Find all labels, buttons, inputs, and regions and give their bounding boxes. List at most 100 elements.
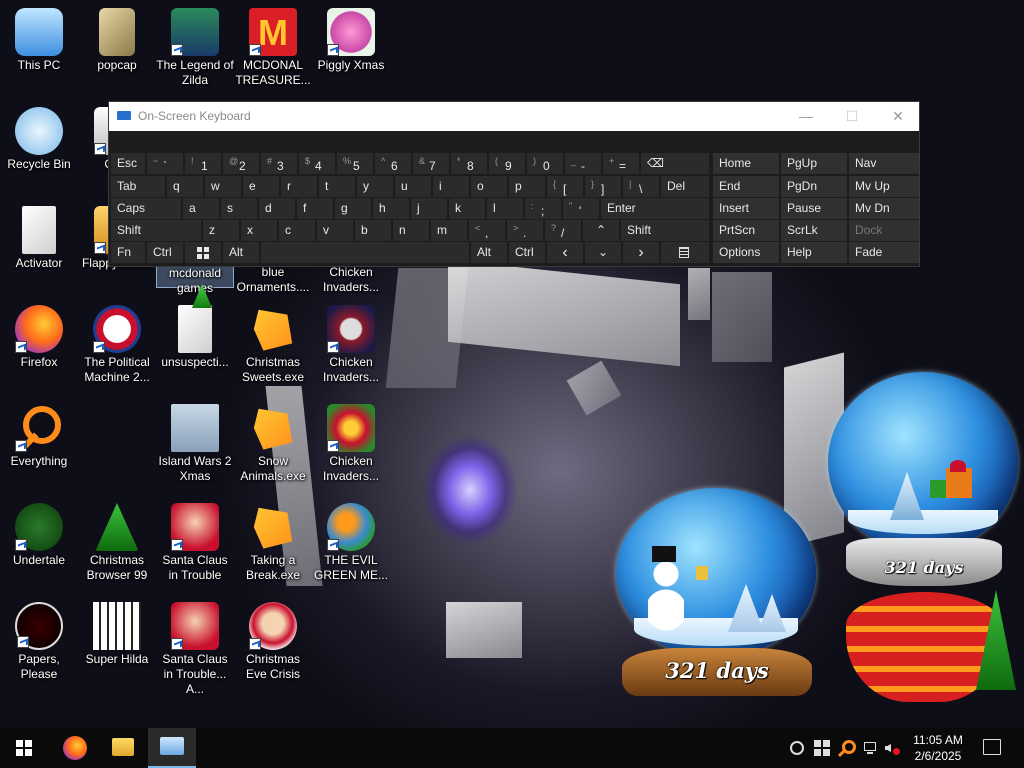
- key-n[interactable]: n: [393, 220, 429, 241]
- snow-globe-small[interactable]: 321 days: [612, 488, 818, 698]
- key-1[interactable]: ! 1: [185, 153, 221, 174]
- key-options[interactable]: Options: [713, 242, 779, 263]
- key-equals[interactable]: + =: [603, 153, 639, 174]
- key-c[interactable]: c: [279, 220, 315, 241]
- unsuspecting-icon[interactable]: unsuspecti...: [156, 301, 234, 393]
- taskbar-firefox[interactable]: [50, 728, 98, 768]
- key-minus[interactable]: _ -: [565, 153, 601, 174]
- key-alt-left[interactable]: Alt: [223, 242, 259, 263]
- key-e[interactable]: e: [243, 176, 279, 197]
- key-lbracket[interactable]: {[: [547, 176, 583, 197]
- christmas-sweets-icon[interactable]: Christmas Sweets.exe: [234, 301, 312, 393]
- piggly-xmas-icon[interactable]: Piggly Xmas: [312, 4, 390, 96]
- key-windows[interactable]: [185, 242, 221, 263]
- key-k[interactable]: k: [449, 198, 485, 219]
- key-q[interactable]: q: [167, 176, 203, 197]
- key-move-up[interactable]: Mv Up: [849, 176, 919, 197]
- key-ctrl-right[interactable]: Ctrl: [509, 242, 545, 263]
- notifications-icon[interactable]: [983, 739, 1001, 755]
- start-button[interactable]: [0, 728, 48, 768]
- key-r[interactable]: r: [281, 176, 317, 197]
- key-a[interactable]: a: [183, 198, 219, 219]
- key-scrlk[interactable]: ScrLk: [781, 220, 847, 241]
- key-0[interactable]: ) 0: [527, 153, 563, 174]
- key-enter[interactable]: Enter: [601, 198, 709, 219]
- network-icon[interactable]: [862, 740, 878, 756]
- key-alt-right[interactable]: Alt: [471, 242, 507, 263]
- key-rbracket[interactable]: }]: [585, 176, 621, 197]
- key-nav[interactable]: Nav: [849, 153, 919, 174]
- key-pause[interactable]: Pause: [781, 198, 847, 219]
- key-t[interactable]: t: [319, 176, 355, 197]
- key-4[interactable]: $4: [299, 153, 335, 174]
- key-del[interactable]: Del: [661, 176, 709, 197]
- key-3[interactable]: #3: [261, 153, 297, 174]
- evil-green-icon[interactable]: THE EVIL GREEN ME...: [312, 499, 390, 591]
- activator-icon[interactable]: Activator: [0, 202, 78, 294]
- key-b[interactable]: b: [355, 220, 391, 241]
- key-shift-right[interactable]: Shift: [621, 220, 709, 241]
- taskbar-on-screen-keyboard[interactable]: [148, 728, 196, 768]
- key-6[interactable]: ^ 6: [375, 153, 411, 174]
- santa-trouble-icon[interactable]: Santa Claus in Trouble: [156, 499, 234, 591]
- key-f[interactable]: f: [297, 198, 333, 219]
- key-l[interactable]: l: [487, 198, 523, 219]
- key-arrow-down[interactable]: ⌄: [585, 242, 621, 263]
- maximize-button[interactable]: ☐: [829, 102, 875, 131]
- super-hilda-icon[interactable]: Super Hilda: [78, 598, 156, 690]
- key-comma[interactable]: <,: [469, 220, 505, 241]
- key-fn[interactable]: Fn: [111, 242, 145, 263]
- key-ctrl-left[interactable]: Ctrl: [147, 242, 183, 263]
- on-screen-keyboard-window[interactable]: On-Screen Keyboard — ☐ ✕ Esc ~ ` ! 1 @2 #3…: [108, 101, 920, 267]
- island-wars-icon[interactable]: Island Wars 2 Xmas: [156, 400, 234, 492]
- key-2[interactable]: @2: [223, 153, 259, 174]
- political-machine-icon[interactable]: The Political Machine 2...: [78, 301, 156, 393]
- key-x[interactable]: x: [241, 220, 277, 241]
- key-menu[interactable]: [661, 242, 709, 263]
- key-d[interactable]: d: [259, 198, 295, 219]
- key-arrow-right[interactable]: ›: [623, 242, 659, 263]
- chicken-invaders-3-icon[interactable]: Chicken Invaders...: [312, 400, 390, 492]
- key-y[interactable]: y: [357, 176, 393, 197]
- key-move-down[interactable]: Mv Dn: [849, 198, 919, 219]
- everything-icon[interactable]: Everything: [0, 400, 78, 492]
- papers-please-icon[interactable]: Papers, Please: [0, 598, 78, 690]
- key-end[interactable]: End: [713, 176, 779, 197]
- key-j[interactable]: j: [411, 198, 447, 219]
- key-5[interactable]: % 5: [337, 153, 373, 174]
- minimize-button[interactable]: —: [783, 102, 829, 131]
- volume-muted-icon[interactable]: [884, 740, 900, 756]
- key-backspace[interactable]: ⌫: [641, 153, 709, 174]
- christmas-browser-icon[interactable]: Christmas Browser 99: [78, 499, 156, 591]
- key-s[interactable]: s: [221, 198, 257, 219]
- grid-app-icon[interactable]: [814, 740, 830, 756]
- key-slash[interactable]: ? /: [545, 220, 581, 241]
- key-tab[interactable]: Tab: [111, 176, 165, 197]
- key-i[interactable]: i: [433, 176, 469, 197]
- taskbar-file-explorer[interactable]: [98, 728, 146, 768]
- undertale-icon[interactable]: Undertale: [0, 499, 78, 591]
- key-period[interactable]: >.: [507, 220, 543, 241]
- snow-animals-icon[interactable]: Snow Animals.exe: [234, 400, 312, 492]
- chicken-invaders-2-icon[interactable]: Chicken Invaders...: [312, 301, 390, 393]
- key-tilde[interactable]: ~ `: [147, 153, 183, 174]
- key-o[interactable]: o: [471, 176, 507, 197]
- key-g[interactable]: g: [335, 198, 371, 219]
- key-insert[interactable]: Insert: [713, 198, 779, 219]
- snow-globe-big[interactable]: 321 days: [826, 372, 1022, 710]
- key-m[interactable]: m: [431, 220, 467, 241]
- key-caps[interactable]: Caps: [111, 198, 181, 219]
- osk-title-bar[interactable]: On-Screen Keyboard — ☐ ✕: [109, 102, 919, 131]
- key-help[interactable]: Help: [781, 242, 847, 263]
- taking-a-break-icon[interactable]: Taking a Break.exe: [234, 499, 312, 591]
- popcap-icon[interactable]: popcap: [78, 4, 156, 96]
- key-w[interactable]: w: [205, 176, 241, 197]
- search-everything-icon[interactable]: [837, 740, 856, 758]
- key-v[interactable]: v: [317, 220, 353, 241]
- key-semicolon[interactable]: :;: [525, 198, 561, 219]
- key-dock[interactable]: Dock: [849, 220, 919, 241]
- mcdonald-treasure-icon[interactable]: M MCDONAL TREASURE...: [234, 4, 312, 96]
- key-shift-left[interactable]: Shift: [111, 220, 201, 241]
- key-z[interactable]: z: [203, 220, 239, 241]
- key-pgdn[interactable]: PgDn: [781, 176, 847, 197]
